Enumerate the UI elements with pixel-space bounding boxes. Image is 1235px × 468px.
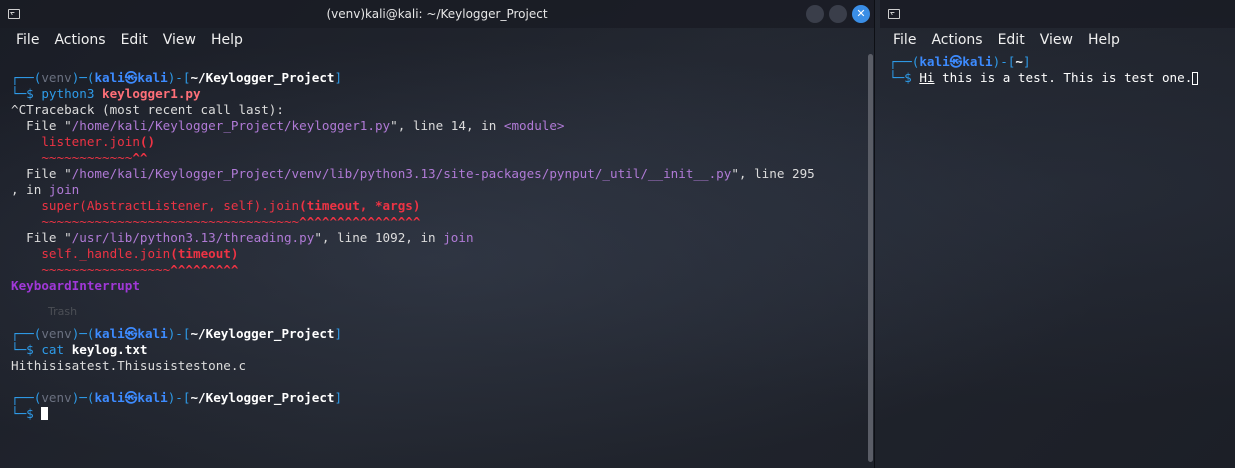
menu-help[interactable]: Help: [1088, 32, 1120, 48]
maximize-button[interactable]: [829, 5, 847, 23]
menu-bar: File Actions Edit View Help: [0, 28, 874, 52]
command-line: └─$ python3 keylogger1.py: [11, 86, 201, 101]
terminal-output[interactable]: ┌──(kali㉿kali)-[~] └─$ Hi this is a test…: [889, 54, 1199, 86]
terminal-icon: [888, 9, 900, 19]
menu-edit[interactable]: Edit: [998, 32, 1025, 48]
menu-edit[interactable]: Edit: [121, 32, 148, 48]
text-cursor: [1192, 72, 1199, 85]
title-bar[interactable]: [880, 0, 1235, 28]
terminal-window-left[interactable]: (venv)kali@kali: ~/Keylogger_Project ✕ F…: [0, 0, 875, 468]
menu-actions[interactable]: Actions: [931, 32, 982, 48]
traceback-frame: File "/home/kali/Keylogger_Project/keylo…: [11, 118, 565, 133]
command-line: └─$ cat keylog.txt: [11, 342, 148, 357]
menu-file[interactable]: File: [893, 32, 916, 48]
menu-help[interactable]: Help: [211, 32, 243, 48]
menu-bar: File Actions Edit View Help: [880, 28, 1235, 52]
terminal-window-right[interactable]: File Actions Edit View Help ┌──(kali㉿kal…: [880, 0, 1235, 468]
scrollbar[interactable]: [866, 52, 874, 468]
traceback-header: ^CTraceback (most recent call last):: [11, 102, 284, 117]
traceback-frame-wrap: , in join: [11, 182, 80, 197]
traceback-frame: File "/usr/lib/python3.13/threading.py",…: [11, 230, 474, 245]
scrollbar-thumb[interactable]: [868, 54, 873, 462]
window-title: (venv)kali@kali: ~/Keylogger_Project: [326, 7, 548, 21]
menu-view[interactable]: View: [1040, 32, 1073, 48]
prompt-line: ┌──(venv)─(kali㉿kali)-[~/Keylogger_Proje…: [11, 70, 343, 85]
menu-file[interactable]: File: [16, 32, 39, 48]
menu-view[interactable]: View: [163, 32, 196, 48]
traceback-marker: ~~~~~~~~~~~~~~~~~~~~~~~~~~~~~~~~~~^^^^^^…: [11, 214, 421, 229]
menu-actions[interactable]: Actions: [54, 32, 105, 48]
minimize-button[interactable]: [806, 5, 824, 23]
error-message: KeyboardInterrupt: [11, 278, 140, 293]
close-button[interactable]: ✕: [852, 5, 870, 23]
title-bar[interactable]: (venv)kali@kali: ~/Keylogger_Project ✕: [0, 0, 874, 28]
terminal-icon: [8, 9, 20, 19]
prompt-line: ┌──(venv)─(kali㉿kali)-[~/Keylogger_Proje…: [11, 326, 343, 341]
command-line[interactable]: └─$: [11, 406, 815, 422]
command-output: Hithisisatest.Thisusistestone.c: [11, 358, 247, 373]
traceback-code: listener.join(): [11, 134, 156, 149]
traceback-marker: ~~~~~~~~~~~~^^: [11, 150, 148, 165]
traceback-marker: ~~~~~~~~~~~~~~~~~^^^^^^^^^: [11, 262, 239, 277]
text-cursor: [41, 407, 49, 420]
command-line[interactable]: └─$ Hi this is a test. This is test one.: [889, 70, 1199, 86]
traceback-frame: File "/home/kali/Keylogger_Project/venv/…: [11, 166, 815, 181]
prompt-line: ┌──(venv)─(kali㉿kali)-[~/Keylogger_Proje…: [11, 390, 343, 405]
terminal-output[interactable]: ┌──(venv)─(kali㉿kali)-[~/Keylogger_Proje…: [11, 70, 815, 422]
traceback-code: super(AbstractListener, self).join(timeo…: [11, 198, 421, 213]
traceback-code: self._handle.join(timeout): [11, 246, 239, 261]
prompt-line: ┌──(kali㉿kali)-[~]: [889, 54, 1031, 69]
